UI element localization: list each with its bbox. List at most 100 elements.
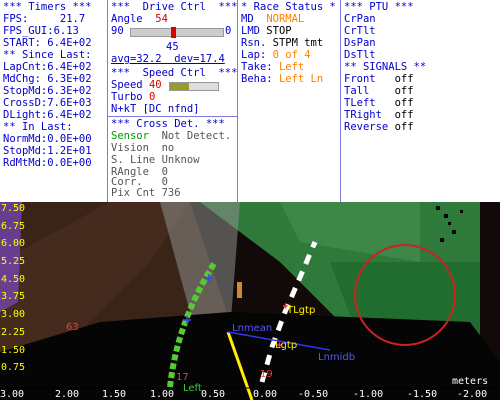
sensor-label: Sensor [111,130,149,142]
rdmtmd-label: RdMtMd: [3,157,48,169]
take-row: Take: Left [241,61,304,73]
y-tick: 3.00 [1,309,26,320]
since-last-header: ** Since Last: [3,49,92,61]
signal-name: Front [344,73,376,85]
sensor-row: Sensor Not Detect. [111,130,231,142]
dlight-label: DLight: [3,109,48,121]
beha-label: Beha: [241,73,273,85]
signal-value: off [394,121,414,133]
y-tick: 5.25 [1,256,26,267]
angle-slider-value: 45 [166,41,179,53]
angle-slider-handle[interactable] [171,27,176,38]
lmd-row: LMD STOP [241,25,292,37]
crossd-label: CrossD: [3,97,48,109]
lap-label: Lap: [241,49,267,61]
turbo-label: Turbo [111,91,143,103]
x-tick: 3.00 [0,389,25,400]
stopmd2-label: StopMd: [3,145,48,157]
speed-bar[interactable] [169,82,219,91]
signal-name: Tall [344,85,370,97]
angle-label: Angle [111,13,143,25]
marker-17: 17 [176,372,189,383]
signal-value: off [394,73,414,85]
mdchg-label: MdChg: [3,73,41,85]
crossd-value: 7.6E+03 [47,97,92,109]
status-panel: *** Timers *** FPS: 21.7 FPS_GUI:6.13 ST… [0,0,500,202]
rsn-value: STPM tmt [272,37,324,49]
x-tick: 1.50 [102,389,127,400]
x-tick: -0.50 [298,389,329,400]
sline-row: S. Line Unknow [111,154,200,166]
x-tick: 2.00 [55,389,80,400]
speed-bar-fill [170,83,190,90]
normmd-row: NormMd:0.0E+00 [3,133,92,145]
mdchg-row: MdChg: 6.3E+02 [3,73,92,85]
in-last-header: ** In Last: [3,121,73,133]
signal-name: Reverse [344,121,389,133]
angle-slider[interactable] [130,27,224,38]
stopmd-value: 6.3E+02 [47,85,92,97]
signal-tall: Tall off [344,85,414,97]
y-tick: 4.50 [1,274,26,285]
signal-tright: TRight off [344,109,414,121]
rsn-row: Rsn. STPM tmt [241,37,323,49]
ptu-item-crpan[interactable]: CrPan [344,13,376,25]
marker-19: 19 [260,369,273,380]
tlgtp-tag: TLgtp [287,305,316,316]
signals-header: ** SIGNALS ** [344,61,427,73]
marker-63: 63 [66,322,79,333]
speed-row: Speed 40 [111,79,162,91]
y-tick: 0.75 [1,362,26,373]
drive-header: *** Drive Ctrl *** [111,1,238,13]
signal-reverse: Reverse off [344,121,414,133]
stopmd2-value: 1.2E+01 [47,145,92,157]
fps-gui-value: 6.13 [53,25,79,37]
beha-row: Beha: Left Ln [241,73,323,85]
start-label: START: [3,37,41,49]
turbo-value: 0 [148,91,156,103]
ptu-item-dstlt[interactable]: DsTlt [344,49,376,61]
left-tag: Left [183,383,202,394]
pixcnt-row: Pix Cnt 736 [111,187,181,199]
lapcnt-value: 6.4E+02 [47,61,92,73]
speed-label: Speed [111,79,143,91]
pixcnt-label: Pix Cnt [111,187,156,199]
divider [108,116,238,117]
lnmean-tag: Lnmean [232,323,273,334]
vision-label: Vision [111,142,149,154]
ptu-item-crtlt[interactable]: CrTlt [344,25,376,37]
md-value: NORMAL [266,13,305,25]
camera-view[interactable]: TLgtp Lnmean Lgtp Lnmidb Left 63 17 19 [0,202,500,400]
cone [237,282,242,298]
md-label: MD [241,13,254,25]
crossd-row: CrossD:7.6E+03 [3,97,92,109]
vision-value: no [161,142,175,154]
angle-row: Angle 54 [111,13,168,25]
sline-value: Unknow [161,154,200,166]
lapcnt-label: LapCnt: [3,61,48,73]
x-tick: 0.50 [201,389,226,400]
signal-value: off [394,97,414,109]
dlight-value: 6.4E+02 [47,109,92,121]
mdchg-value: 6.3E+02 [47,73,92,85]
nkt-readout: N+kT [DC nfnd] [111,103,200,115]
timers-header: *** Timers *** [3,1,92,13]
fps-gui-label: FPS_GUI: [3,25,54,37]
rdmtmd-value: 0.0E+00 [47,157,92,169]
beha-value: Left Ln [278,73,324,85]
x-tick: 1.00 [150,389,175,400]
y-tick: 3.75 [1,291,26,302]
lnmid-tag: Lnmidb [318,352,356,363]
lmd-label: LMD [241,25,260,37]
x-tick: -1.50 [407,389,438,400]
y-tick: 2.25 [1,327,26,338]
avg-dev-readout: avg=32.2 dev=17.4 [111,53,225,65]
fps-label: FPS: [3,13,29,25]
speed-value: 40 [148,79,162,91]
ptu-item-dspan[interactable]: DsPan [344,37,376,49]
stopmd-row: StopMd:6.3E+02 [3,85,92,97]
lgtp-tag: Lgtp [275,340,298,351]
fps-value: 21.7 [59,13,86,25]
lmd-value: STOP [266,25,292,37]
lapcnt-row: LapCnt:6.4E+02 [3,61,92,73]
